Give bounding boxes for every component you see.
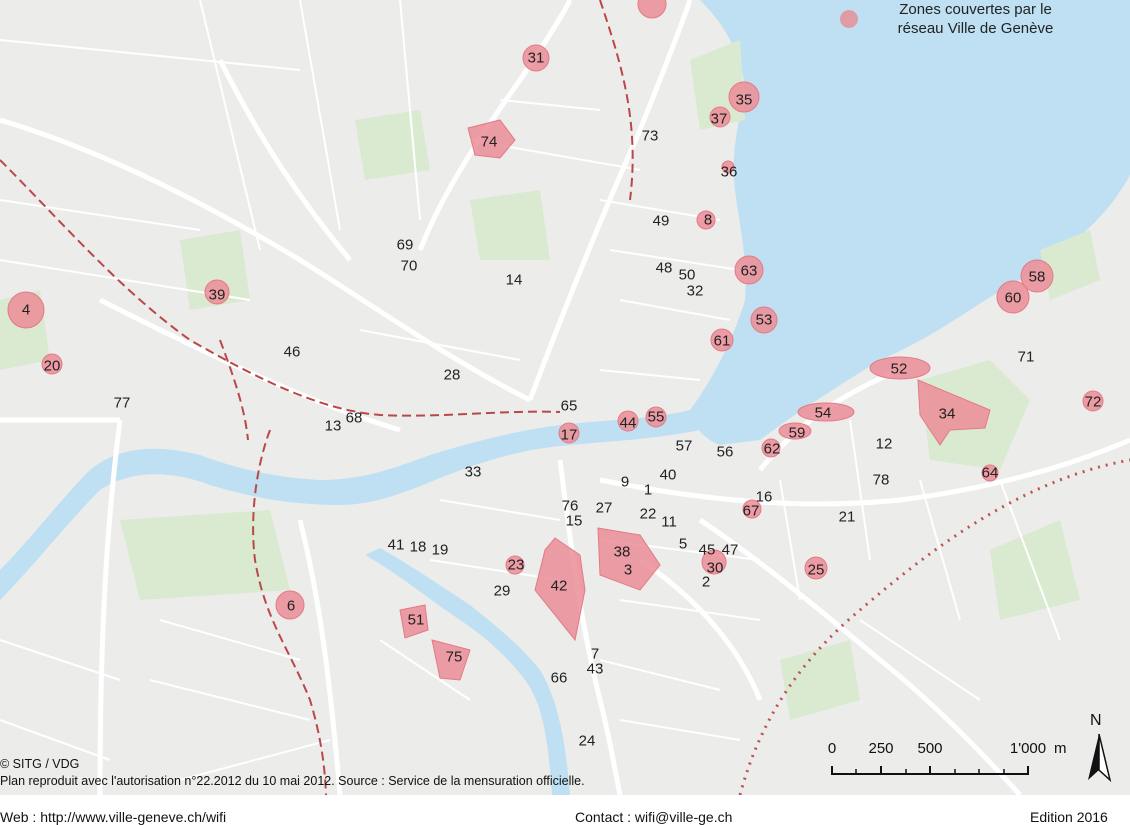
zone-label-68: 68 xyxy=(345,409,363,427)
zone-label-11: 11 xyxy=(661,513,677,531)
zone-label-44: 44 xyxy=(619,414,637,432)
zone-label-60: 60 xyxy=(1004,289,1022,307)
zone-label-76: 76 xyxy=(561,497,579,515)
zone-label-53: 53 xyxy=(755,311,773,329)
zone-label-37: 37 xyxy=(710,110,728,128)
zone-label-43: 43 xyxy=(586,660,604,678)
zone-label-14: 14 xyxy=(505,271,523,289)
zone-label-66: 66 xyxy=(550,669,568,687)
zone-label-3: 3 xyxy=(623,561,633,579)
zone-label-52: 52 xyxy=(890,360,908,378)
zone-label-4: 4 xyxy=(21,301,31,319)
zone-label-70: 70 xyxy=(400,257,418,275)
zone-label-58: 58 xyxy=(1028,268,1046,286)
north-arrow: N xyxy=(1084,712,1116,782)
legend-line-2: réseau Ville de Genève xyxy=(897,20,1054,37)
zone-label-24: 24 xyxy=(578,732,596,750)
zone-label-64: 64 xyxy=(981,464,999,482)
footer-contact[interactable]: Contact : wifi@ville-ge.ch xyxy=(575,809,732,825)
zone-label-50: 50 xyxy=(678,266,696,284)
zone-label-12: 12 xyxy=(875,435,893,453)
zone-label-28: 28 xyxy=(443,366,461,384)
zone-label-51: 51 xyxy=(407,611,425,629)
copyright: © SITG / VDG xyxy=(0,757,80,771)
zone-label-1: 1 xyxy=(643,481,653,499)
zone-label-56: 56 xyxy=(716,443,734,461)
zone-label-78: 78 xyxy=(872,471,890,489)
zone-label-67: 67 xyxy=(742,502,760,520)
north-arrow-icon xyxy=(1088,733,1112,782)
zone-label-61: 61 xyxy=(713,332,731,350)
zone-label-45: 45 xyxy=(698,541,716,559)
zone-label-21: 21 xyxy=(838,508,856,526)
legend-text: Zones couvertes par le réseau Ville de G… xyxy=(868,0,1083,38)
footer: Web : http://www.ville-geneve.ch/wifi Co… xyxy=(0,795,1130,825)
zone-label-69: 69 xyxy=(396,236,414,254)
zone-label-22: 22 xyxy=(639,505,657,523)
map-credits: Plan reproduit avec l'autorisation n°22.… xyxy=(0,774,585,788)
legend: Zones couvertes par le réseau Ville de G… xyxy=(838,0,1088,40)
zone-label-71: 71 xyxy=(1017,348,1035,366)
zone-label-38: 38 xyxy=(613,543,631,561)
legend-line-1: Zones couvertes par le xyxy=(899,1,1052,18)
footer-web-link[interactable]: Web : http://www.ville-geneve.ch/wifi xyxy=(0,809,226,825)
zone-label-17: 17 xyxy=(560,426,578,444)
zone-label-13: 13 xyxy=(324,417,342,435)
zone-label-41: 41 xyxy=(387,536,405,554)
footer-edition: Edition 2016 xyxy=(1030,809,1108,825)
scale-bar: 0 250 500 1'000 m xyxy=(826,740,1076,780)
zone-label-55: 55 xyxy=(647,408,665,426)
scale-ruler xyxy=(831,766,1029,775)
zone-label-62: 62 xyxy=(763,440,781,458)
zone-label-7: 7 xyxy=(590,645,600,663)
zone-label-25: 25 xyxy=(807,561,825,579)
zone-label-59: 59 xyxy=(788,424,806,442)
zone-label-29: 29 xyxy=(493,582,511,600)
zone-label-8: 8 xyxy=(703,211,713,229)
zone-label-15: 15 xyxy=(565,512,583,530)
zone-label-42: 42 xyxy=(550,577,568,595)
zone-label-6: 6 xyxy=(286,597,296,615)
zone-label-49: 49 xyxy=(652,212,670,230)
zone-label-18: 18 xyxy=(409,538,427,556)
zone-label-20: 20 xyxy=(43,357,61,375)
zone-label-5: 5 xyxy=(678,535,688,553)
zone-label-34: 34 xyxy=(938,405,956,423)
city-map: 1 2 3 4 5 6 7 8 9 11 12 13 14 15 16 17 18 19 20 21 22 23 24 25 2… xyxy=(0,0,1130,795)
zone-label-33: 33 xyxy=(464,463,482,481)
zone-label-47: 47 xyxy=(721,541,739,559)
zone-label-72: 72 xyxy=(1084,393,1102,411)
zone-label-23: 23 xyxy=(507,556,525,574)
zone-label-54: 54 xyxy=(814,404,832,422)
zone-label-35: 35 xyxy=(735,91,753,109)
zone-label-65: 65 xyxy=(560,397,578,415)
zone-label-63: 63 xyxy=(740,262,758,280)
legend-zone-swatch xyxy=(840,10,858,28)
zone-label-46: 46 xyxy=(283,343,301,361)
zone-label-31: 31 xyxy=(527,49,545,67)
zone-label-57: 57 xyxy=(675,437,693,455)
zone-label-9: 9 xyxy=(620,473,630,491)
zone-label-30: 30 xyxy=(706,559,724,577)
zone-label-19: 19 xyxy=(431,541,449,559)
zone-label-32: 32 xyxy=(686,282,704,300)
zone-label-2: 2 xyxy=(701,573,711,591)
zone-label-48: 48 xyxy=(655,259,673,277)
zone-label-36: 36 xyxy=(720,163,738,181)
zone-label-73: 73 xyxy=(641,127,659,145)
zone-label-27: 27 xyxy=(595,499,613,517)
zone-label-74: 74 xyxy=(480,133,498,151)
zone-label-77: 77 xyxy=(113,394,131,412)
zone-label-39: 39 xyxy=(208,286,226,304)
zone-label-40: 40 xyxy=(659,466,677,484)
zone-label-75: 75 xyxy=(445,648,463,666)
